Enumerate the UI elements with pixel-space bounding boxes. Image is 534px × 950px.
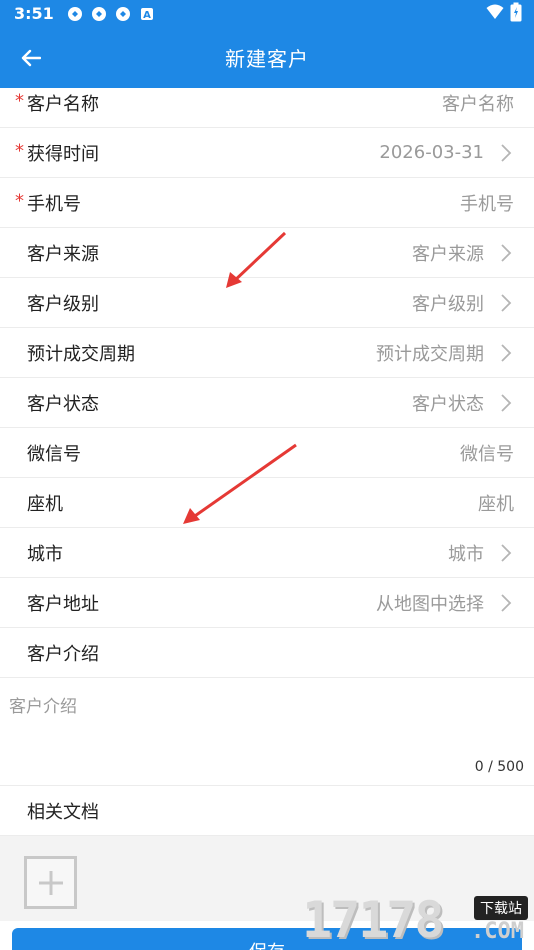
customer-status-value[interactable]: 客户状态 [412, 390, 484, 416]
save-label: 保存 [249, 938, 285, 950]
field-label: 相关文档 [27, 801, 99, 823]
field-intro-header: 客户介绍 [0, 628, 534, 678]
field-label: 客户状态 [27, 393, 99, 415]
intro-placeholder: 客户介绍 [9, 697, 77, 717]
a-badge-icon: A [138, 5, 156, 23]
watermark-digits: 17178 [302, 891, 445, 949]
notification-icons: A [66, 5, 156, 23]
chevron-right-icon [501, 294, 512, 312]
wifi-icon [486, 4, 504, 24]
intro-textarea[interactable]: 客户介绍 0 / 500 [0, 678, 534, 786]
field-label: 预计成交周期 [27, 343, 135, 365]
field-customer-status[interactable]: 客户状态 客户状态 [0, 378, 534, 428]
svg-text:A: A [143, 10, 151, 21]
field-label: 城市 [27, 543, 63, 565]
field-acquired-time[interactable]: * 获得时间 2026-03-31 [0, 128, 534, 178]
sync-icon [90, 5, 108, 23]
chevron-right-icon [501, 344, 512, 362]
customer-level-value[interactable]: 客户级别 [412, 290, 484, 316]
app-header: 新建客户 [0, 27, 534, 88]
watermark-suffix: .COM [471, 919, 524, 944]
watermark-tag: 下载站 [474, 896, 528, 920]
customer-source-value[interactable]: 客户来源 [412, 240, 484, 266]
customer-form: * 客户名称 客户名称 * 获得时间 2026-03-31 * 手机号 手机号 … [0, 88, 534, 950]
sync-icon [66, 5, 84, 23]
add-document-button[interactable] [24, 856, 77, 909]
chevron-right-icon [501, 544, 512, 562]
field-docs-header: 相关文档 [0, 786, 534, 836]
field-customer-source[interactable]: 客户来源 客户来源 [0, 228, 534, 278]
customer-name-input[interactable]: 客户名称 [442, 90, 514, 116]
back-button[interactable] [18, 45, 44, 71]
char-counter: 0 / 500 [474, 759, 524, 775]
page-title: 新建客户 [225, 47, 309, 71]
landline-input[interactable]: 座机 [478, 490, 514, 516]
deal-cycle-value[interactable]: 预计成交周期 [376, 340, 484, 366]
phone-input[interactable]: 手机号 [460, 190, 514, 216]
field-label: 座机 [27, 493, 63, 515]
field-label: 客户名称 [27, 93, 99, 115]
field-customer-name[interactable]: * 客户名称 客户名称 [0, 88, 534, 128]
status-bar: 3:51 A [0, 0, 534, 27]
status-right [486, 2, 522, 26]
field-city[interactable]: 城市 城市 [0, 528, 534, 578]
field-label: 客户级别 [27, 293, 99, 315]
field-label: 获得时间 [27, 143, 99, 165]
required-mark: * [15, 89, 24, 111]
required-mark: * [15, 189, 24, 211]
field-landline[interactable]: 座机 座机 [0, 478, 534, 528]
wechat-input[interactable]: 微信号 [460, 440, 514, 466]
field-label: 手机号 [27, 193, 81, 215]
chevron-right-icon [501, 594, 512, 612]
chevron-right-icon [501, 394, 512, 412]
city-value[interactable]: 城市 [448, 540, 484, 566]
field-deal-cycle[interactable]: 预计成交周期 预计成交周期 [0, 328, 534, 378]
plus-icon [38, 870, 63, 895]
field-address[interactable]: 客户地址 从地图中选择 [0, 578, 534, 628]
battery-icon [510, 2, 522, 26]
address-value[interactable]: 从地图中选择 [376, 590, 484, 616]
sync-icon [114, 5, 132, 23]
watermark-logo: 17178 下载站 .COM [302, 890, 528, 950]
chevron-right-icon [501, 144, 512, 162]
field-label: 微信号 [27, 443, 81, 465]
required-mark: * [15, 139, 24, 161]
field-wechat[interactable]: 微信号 微信号 [0, 428, 534, 478]
chevron-right-icon [501, 244, 512, 262]
field-phone[interactable]: * 手机号 手机号 [0, 178, 534, 228]
acquired-time-value[interactable]: 2026-03-31 [379, 142, 484, 163]
field-label: 客户地址 [27, 593, 99, 615]
arrow-left-icon [21, 49, 41, 67]
field-label: 客户介绍 [27, 643, 99, 665]
status-time: 3:51 [14, 4, 54, 23]
field-customer-level[interactable]: 客户级别 客户级别 [0, 278, 534, 328]
field-label: 客户来源 [27, 243, 99, 265]
